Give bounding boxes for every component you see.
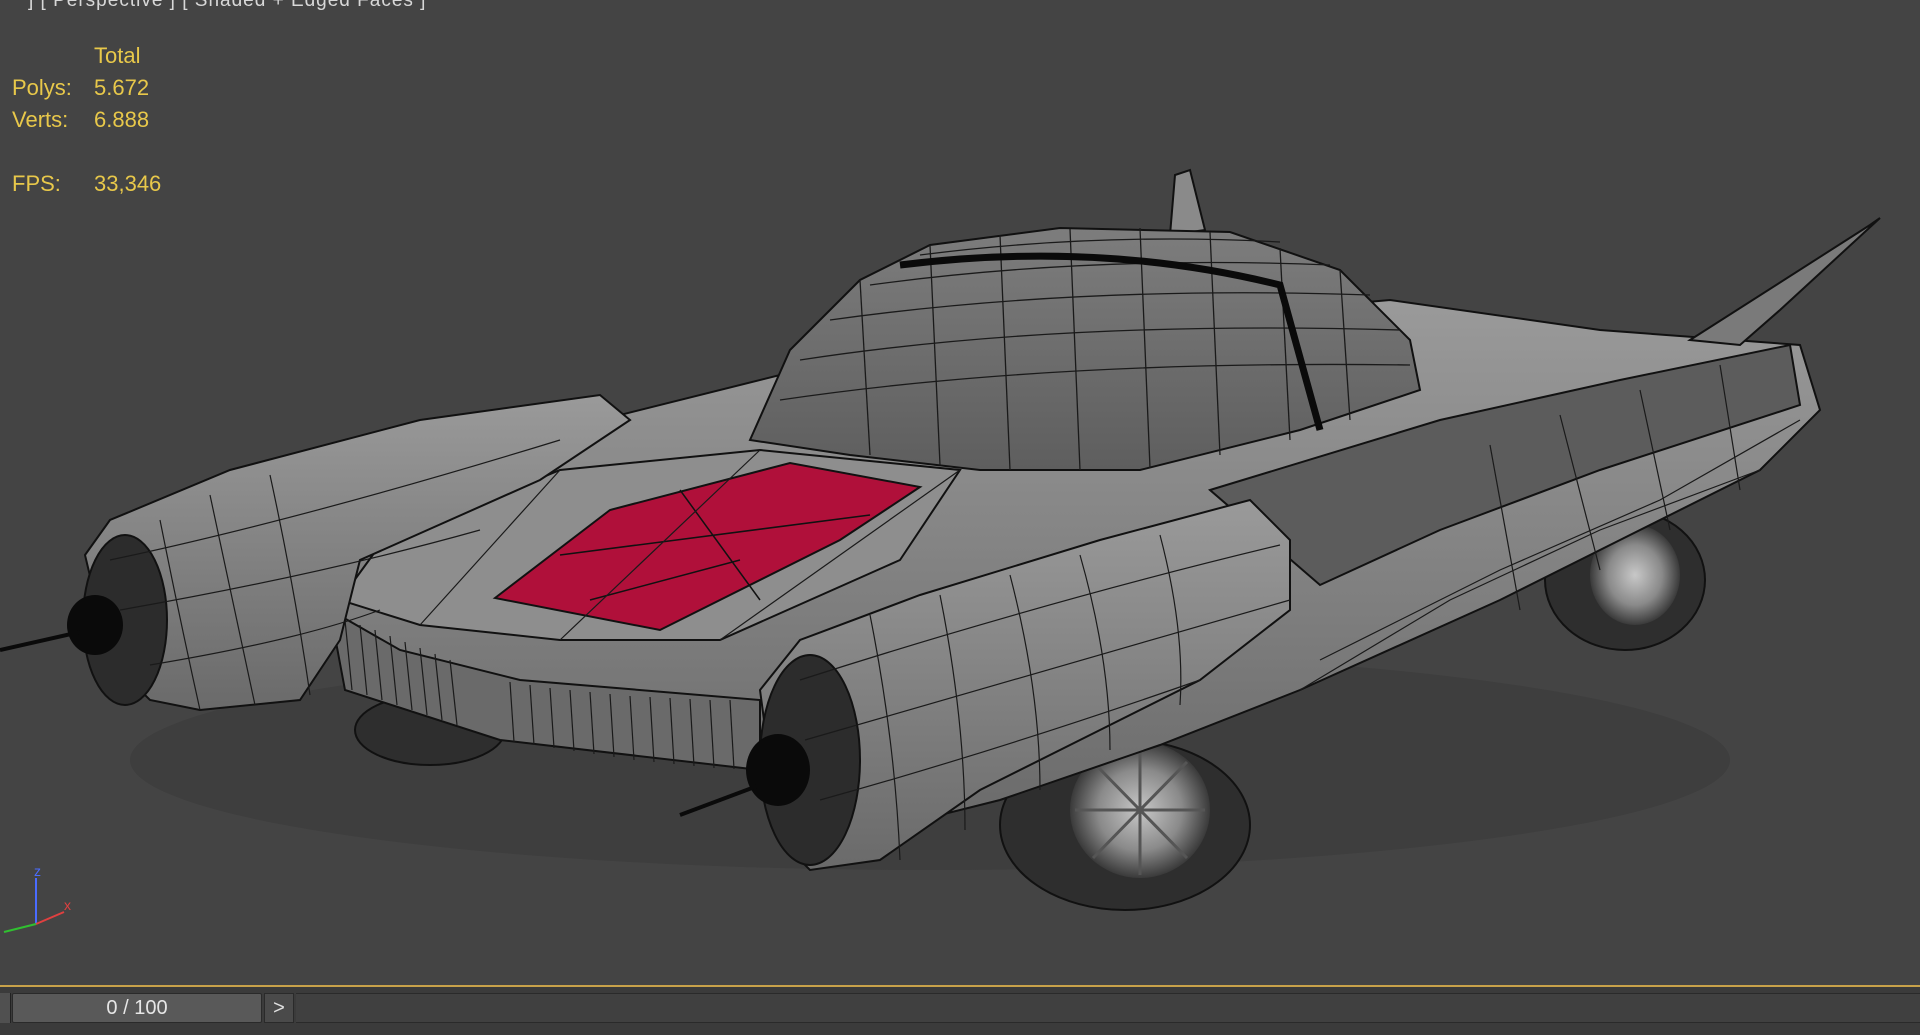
timeline-track[interactable] bbox=[296, 993, 1920, 1023]
perspective-viewport[interactable]: ] [ Perspective ] [ Shaded + Edged Faces… bbox=[0, 0, 1920, 985]
timeline-prev-edge[interactable] bbox=[0, 993, 11, 1023]
top-fin bbox=[1168, 168, 1207, 237]
rear-fin bbox=[1687, 217, 1881, 347]
time-slider[interactable]: 0 / 100 bbox=[12, 993, 262, 1023]
car-wireframe-model[interactable] bbox=[0, 0, 1920, 985]
axis-gizmo: z x bbox=[3, 863, 71, 933]
frame-counter: 0 / 100 bbox=[106, 996, 168, 1019]
axis-z-label: z bbox=[34, 863, 41, 879]
next-frame-button[interactable]: > bbox=[264, 993, 294, 1023]
axis-x-label: x bbox=[64, 897, 71, 913]
timeline-bar: 0 / 100 > bbox=[0, 985, 1920, 1035]
